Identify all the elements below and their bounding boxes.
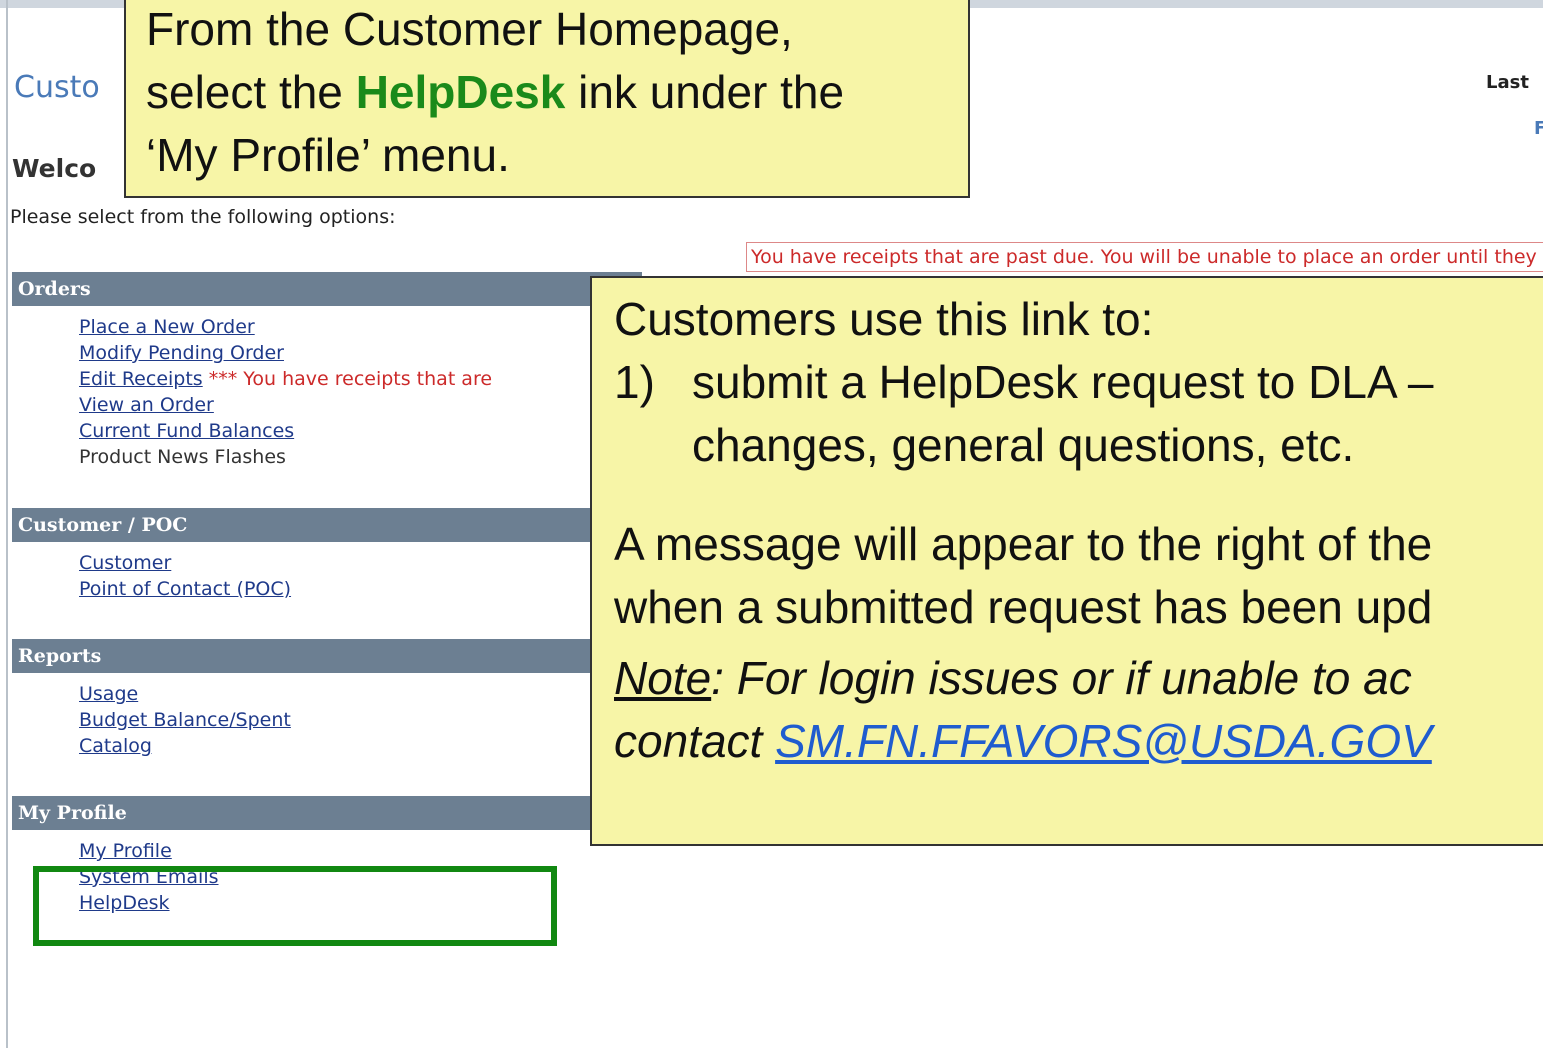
edit-receipts-link[interactable]: Edit Receipts	[79, 368, 203, 390]
page-left-border	[6, 0, 8, 1048]
callout2-note: Note: For login issues or if unable to a…	[614, 647, 1536, 773]
point-of-contact-link[interactable]: Point of Contact (POC)	[79, 576, 291, 602]
welcome-heading: Welco	[12, 154, 97, 183]
callout1-line3: ‘My Profile’ menu.	[146, 129, 510, 181]
callout1-line1: From the Customer Homepage,	[146, 3, 793, 55]
page-title: Custo	[14, 70, 100, 105]
view-order-link[interactable]: View an Order	[79, 392, 492, 418]
callout2-message: A message will appear to the right of th…	[614, 513, 1536, 639]
callout1-post: ink under the	[565, 66, 845, 118]
callout1-line2: select the HelpDesk ink under the	[146, 61, 948, 124]
header-right-link[interactable]: F	[1534, 118, 1543, 139]
callout1-pre: select the	[146, 66, 356, 118]
last-login-label: Last	[1486, 72, 1529, 93]
past-due-alert: You have receipts that are past due. You…	[746, 242, 1543, 272]
my-profile-link[interactable]: My Profile	[79, 838, 219, 864]
catalog-link[interactable]: Catalog	[79, 733, 291, 759]
instructions-text: Please select from the following options…	[10, 206, 396, 228]
place-new-order-link[interactable]: Place a New Order	[79, 314, 492, 340]
product-news-flashes: Product News Flashes	[79, 446, 286, 468]
orders-links: Place a New Order Modify Pending Order E…	[79, 314, 492, 470]
note-line2: contact SM.FN.FFAVORS@USDA.GOV	[614, 710, 1536, 773]
callout1-highlight: HelpDesk	[355, 66, 566, 118]
reports-links: Usage Budget Balance/Spent Catalog	[79, 681, 291, 759]
customer-poc-links: Customer Point of Contact (POC)	[79, 550, 291, 602]
usage-link[interactable]: Usage	[79, 681, 291, 707]
budget-balance-link[interactable]: Budget Balance/Spent	[79, 707, 291, 733]
list-item-line1: submit a HelpDesk request to DLA –	[692, 356, 1434, 408]
current-fund-balances-link[interactable]: Current Fund Balances	[79, 418, 492, 444]
note-label: Note	[614, 652, 712, 704]
list-item-line2: changes, general questions, etc.	[692, 419, 1355, 471]
customer-link[interactable]: Customer	[79, 550, 291, 576]
note-line1: Note: For login issues or if unable to a…	[614, 647, 1536, 710]
instruction-callout: From the Customer Homepage, select the H…	[124, 0, 970, 198]
reports-header: Reports	[12, 639, 642, 673]
note-text: : For login issues or if unable to ac	[711, 652, 1412, 704]
support-email-link[interactable]: SM.FN.FFAVORS@USDA.GOV	[775, 715, 1432, 767]
message-line2: when a submitted request has been upd	[614, 581, 1433, 633]
edit-receipts-row: Edit Receipts *** You have receipts that…	[79, 366, 492, 392]
message-line1: A message will appear to the right of th…	[614, 518, 1433, 570]
callout2-intro: Customers use this link to:	[614, 293, 1154, 345]
modify-pending-order-link[interactable]: Modify Pending Order	[79, 340, 492, 366]
helpdesk-info-callout: Customers use this link to: 1) submit a …	[590, 276, 1543, 846]
list-number: 1)	[614, 356, 655, 408]
my-profile-header: My Profile	[12, 796, 642, 830]
helpdesk-highlight-box	[33, 866, 557, 946]
callout2-list-item: 1) submit a HelpDesk request to DLA – ch…	[614, 351, 1536, 477]
contact-label: contact	[614, 715, 776, 767]
orders-header: Orders	[12, 272, 642, 306]
receipt-warning: *** You have receipts that are	[208, 368, 493, 390]
customer-poc-header: Customer / POC	[12, 508, 642, 542]
